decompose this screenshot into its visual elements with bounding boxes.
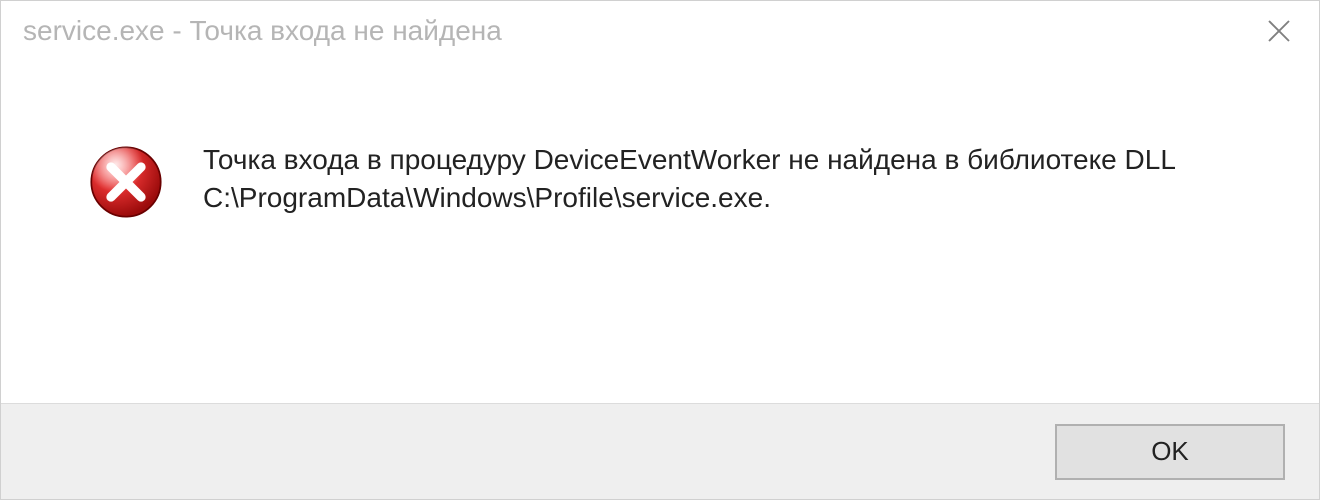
close-icon: [1264, 16, 1294, 46]
error-dialog: service.exe - Точка входа не найдена: [0, 0, 1320, 500]
button-bar: OK: [1, 403, 1319, 499]
dialog-title: service.exe - Точка входа не найдена: [23, 15, 502, 47]
dialog-content: Точка входа в процедуру DeviceEventWorke…: [1, 61, 1319, 403]
error-icon: [89, 145, 163, 219]
close-button[interactable]: [1249, 6, 1309, 56]
error-message: Точка входа в процедуру DeviceEventWorke…: [203, 141, 1223, 217]
titlebar: service.exe - Точка входа не найдена: [1, 1, 1319, 61]
ok-button[interactable]: OK: [1055, 424, 1285, 480]
